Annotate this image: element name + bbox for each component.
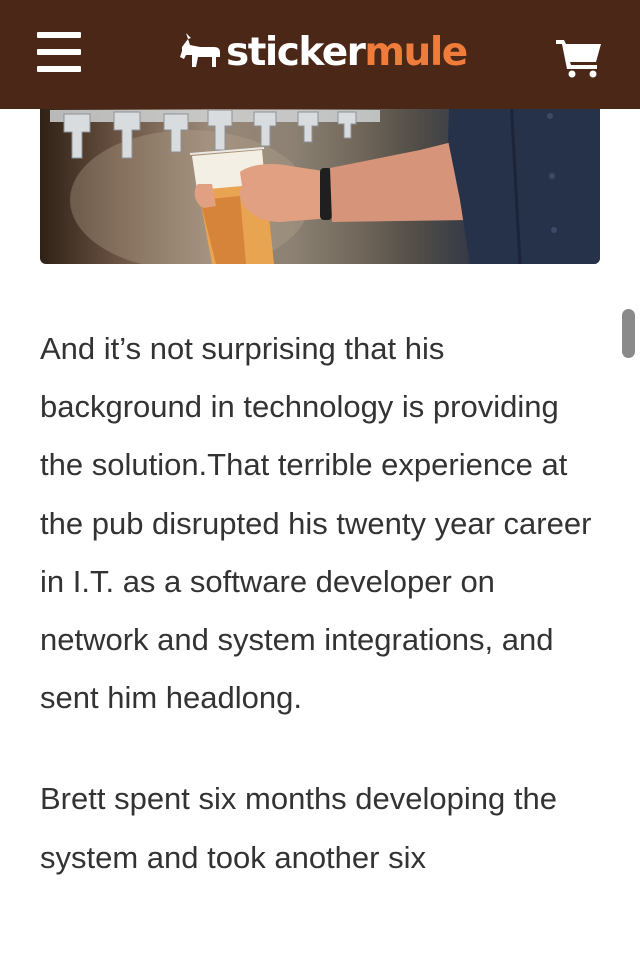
menu-bar-middle	[37, 49, 81, 55]
cart-glyph	[556, 40, 601, 78]
stickermule-logo[interactable]: sticker mule	[178, 28, 468, 78]
menu-bar-bottom	[37, 66, 81, 72]
site-header: sticker mule	[0, 0, 640, 109]
article-body: And it’s not surprising that his backgro…	[40, 320, 610, 930]
logo-text-mule: mule	[364, 30, 468, 75]
hamburger-menu-icon[interactable]	[37, 32, 81, 72]
logo-text-sticker: sticker	[226, 30, 366, 75]
article-paragraph: Brett spent six months developing the sy…	[40, 781, 557, 875]
page: sticker mule And it’s not surprising that…	[0, 0, 640, 959]
article-paragraph: And it’s not surprising that his backgro…	[40, 331, 592, 716]
menu-bar-top	[37, 32, 81, 38]
shopping-cart-icon[interactable]	[554, 36, 604, 78]
mule-icon	[180, 33, 220, 67]
scrollbar-thumb[interactable]	[622, 309, 635, 358]
